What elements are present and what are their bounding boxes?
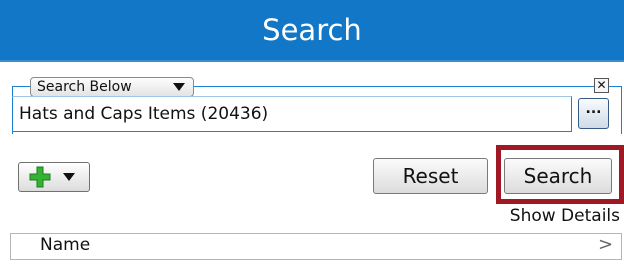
search-scope-value: Hats and Caps Items (20436) bbox=[19, 104, 269, 124]
column-header-name[interactable]: Name bbox=[40, 235, 90, 255]
search-button-label: Search bbox=[523, 164, 593, 188]
clear-scope-button[interactable]: ✕ bbox=[594, 78, 609, 93]
search-scope-field[interactable]: Hats and Caps Items (20436) bbox=[12, 96, 572, 132]
close-icon: ✕ bbox=[596, 78, 607, 92]
chevron-down-icon bbox=[173, 83, 185, 91]
search-panel-header: Search bbox=[0, 0, 624, 62]
chevron-right-icon[interactable]: > bbox=[598, 234, 613, 255]
show-details-link[interactable]: Show Details bbox=[490, 206, 620, 226]
chevron-down-icon bbox=[63, 173, 75, 181]
reset-button-label: Reset bbox=[402, 164, 459, 188]
page-title: Search bbox=[262, 13, 362, 47]
results-column-header bbox=[10, 233, 622, 260]
browse-scope-button[interactable]: ... bbox=[578, 98, 609, 129]
reset-button[interactable]: Reset bbox=[373, 158, 488, 194]
ellipsis-icon: ... bbox=[585, 101, 602, 117]
plus-icon bbox=[29, 166, 51, 188]
search-button[interactable]: Search bbox=[504, 158, 612, 194]
search-scope-dropdown[interactable]: Search Below bbox=[30, 77, 194, 97]
search-scope-dropdown-label: Search Below bbox=[37, 79, 132, 95]
add-criteria-button[interactable] bbox=[18, 162, 90, 192]
